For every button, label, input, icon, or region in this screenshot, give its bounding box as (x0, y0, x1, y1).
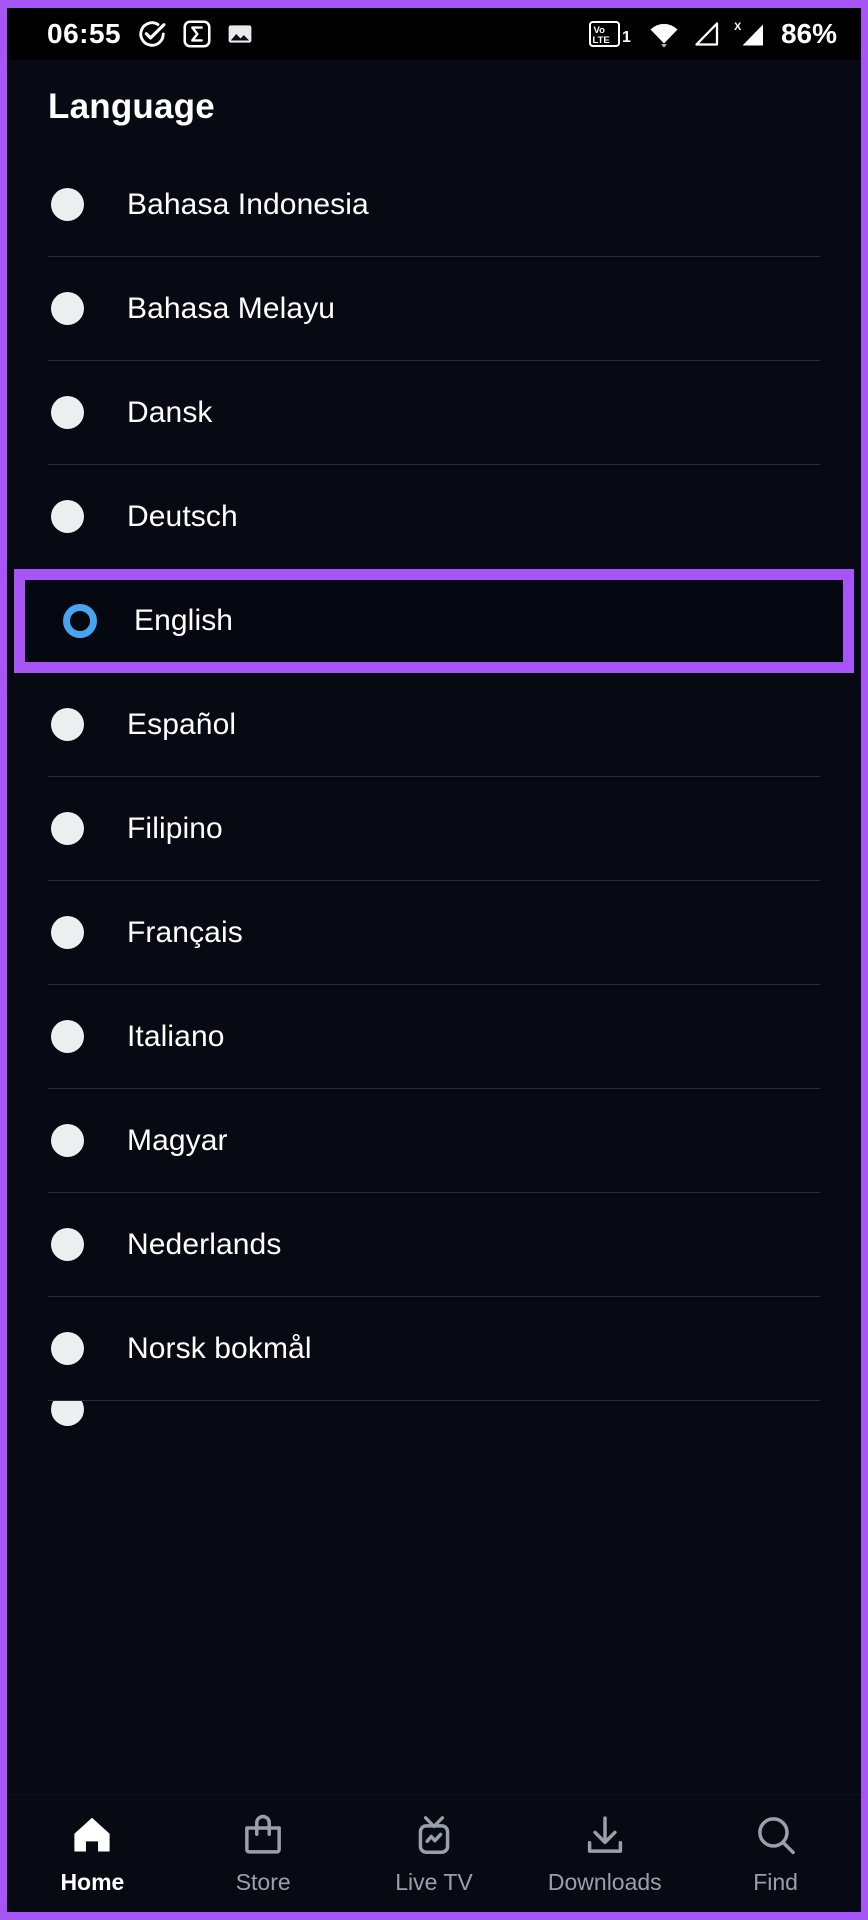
radio-wrapper[interactable] (7, 188, 127, 221)
language-row[interactable]: Nederlands (7, 1192, 861, 1297)
radio-button-icon[interactable] (50, 396, 84, 429)
radio-wrapper[interactable] (7, 1332, 127, 1365)
language-settings-page: Language Bahasa Indonesia Bahasa Melayu Da… (7, 60, 861, 1912)
wifi-icon (648, 20, 680, 48)
language-label: Filipino (127, 811, 223, 845)
language-row[interactable]: Dansk (7, 360, 861, 465)
status-bar-left: 06:55 (47, 19, 253, 49)
status-bar: 06:55 Vo LTE 1 X 86% (7, 8, 861, 60)
check-circle-icon (137, 19, 167, 49)
signal-sim2-icon: X (734, 19, 768, 49)
language-label: Magyar (127, 1123, 228, 1157)
radio-button-icon[interactable] (50, 1228, 84, 1261)
nav-item-store[interactable]: Store (178, 1809, 349, 1894)
language-label: Norsk bokmål (127, 1331, 312, 1365)
sigma-app-icon (183, 20, 211, 48)
radio-button-icon[interactable] (50, 1020, 84, 1053)
svg-text:1: 1 (622, 29, 631, 46)
language-list[interactable]: Bahasa Indonesia Bahasa Melayu Dansk Deutsc… (7, 152, 861, 1795)
radio-button-icon[interactable] (50, 812, 84, 845)
radio-button-icon[interactable] (50, 1124, 84, 1157)
language-row[interactable]: Magyar (7, 1088, 861, 1193)
language-row-partial[interactable] (7, 1400, 861, 1431)
language-row[interactable]: Filipino (7, 776, 861, 881)
nav-label: Downloads (547, 1869, 662, 1895)
radio-button-selected-icon[interactable] (62, 603, 97, 638)
language-label: Italiano (127, 1019, 225, 1053)
radio-wrapper[interactable] (7, 500, 127, 533)
search-icon (754, 1809, 798, 1861)
radio-button-icon[interactable] (50, 1332, 84, 1365)
language-label: Bahasa Indonesia (127, 187, 369, 221)
page-title: Language (48, 87, 215, 126)
signal-sim1-icon (693, 20, 721, 48)
gallery-icon (227, 21, 253, 47)
language-row[interactable]: Deutsch (7, 464, 861, 569)
radio-wrapper[interactable] (7, 708, 127, 741)
radio-button-icon[interactable] (50, 292, 84, 325)
language-label: Français (127, 915, 243, 949)
home-icon (70, 1809, 114, 1861)
radio-button-icon[interactable] (50, 188, 84, 221)
language-label: Bahasa Melayu (127, 291, 336, 325)
nav-item-live-tv[interactable]: Live TV (349, 1809, 520, 1894)
volte-icon: Vo LTE 1 (588, 19, 635, 49)
nav-item-find[interactable]: Find (690, 1809, 861, 1894)
nav-item-downloads[interactable]: Downloads (519, 1809, 690, 1894)
language-label: Deutsch (127, 499, 238, 533)
radio-button-icon[interactable] (50, 500, 84, 533)
radio-wrapper[interactable] (25, 603, 134, 638)
gesture-navigation-bar (7, 1912, 861, 1920)
status-clock: 06:55 (47, 18, 122, 49)
language-row[interactable]: Bahasa Melayu (7, 256, 861, 361)
status-bar-right: Vo LTE 1 X 86% (588, 18, 837, 49)
language-label: English (134, 603, 234, 637)
radio-wrapper[interactable] (7, 1124, 127, 1157)
radio-button-icon[interactable] (50, 1400, 84, 1426)
radio-wrapper[interactable] (7, 812, 127, 845)
language-row[interactable]: Norsk bokmål (7, 1296, 861, 1401)
nav-label: Store (235, 1869, 291, 1895)
radio-button-icon[interactable] (50, 916, 84, 949)
nav-item-home[interactable]: Home (7, 1809, 178, 1894)
nav-label: Live TV (395, 1869, 473, 1895)
radio-wrapper[interactable] (7, 396, 127, 429)
battery-percent: 86% (780, 18, 837, 49)
live-tv-icon (412, 1809, 456, 1861)
nav-label: Home (60, 1869, 125, 1895)
svg-text:X: X (734, 21, 742, 33)
language-row[interactable]: Español (7, 672, 861, 777)
language-label: Dansk (127, 395, 213, 429)
phone-screen: 06:55 Vo LTE 1 X 86% Language Bahasa Ind… (0, 0, 868, 1920)
radio-wrapper[interactable] (7, 916, 127, 949)
language-row[interactable]: Bahasa Indonesia (7, 152, 861, 257)
svg-text:LTE: LTE (592, 35, 609, 46)
radio-wrapper[interactable] (7, 292, 127, 325)
language-label: Nederlands (127, 1227, 282, 1261)
language-row[interactable]: Italiano (7, 984, 861, 1089)
radio-wrapper[interactable] (7, 1228, 127, 1261)
language-row[interactable]: English (14, 568, 854, 673)
language-label: Español (127, 707, 237, 741)
radio-wrapper[interactable] (7, 1400, 127, 1426)
bottom-navigation-bar: Home Store Live TV Downloads Find (7, 1794, 861, 1912)
store-bag-icon (241, 1809, 285, 1861)
language-row[interactable]: Français (7, 880, 861, 985)
radio-button-icon[interactable] (50, 708, 84, 741)
radio-wrapper[interactable] (7, 1020, 127, 1053)
download-icon (583, 1809, 627, 1861)
nav-label: Find (753, 1869, 798, 1895)
